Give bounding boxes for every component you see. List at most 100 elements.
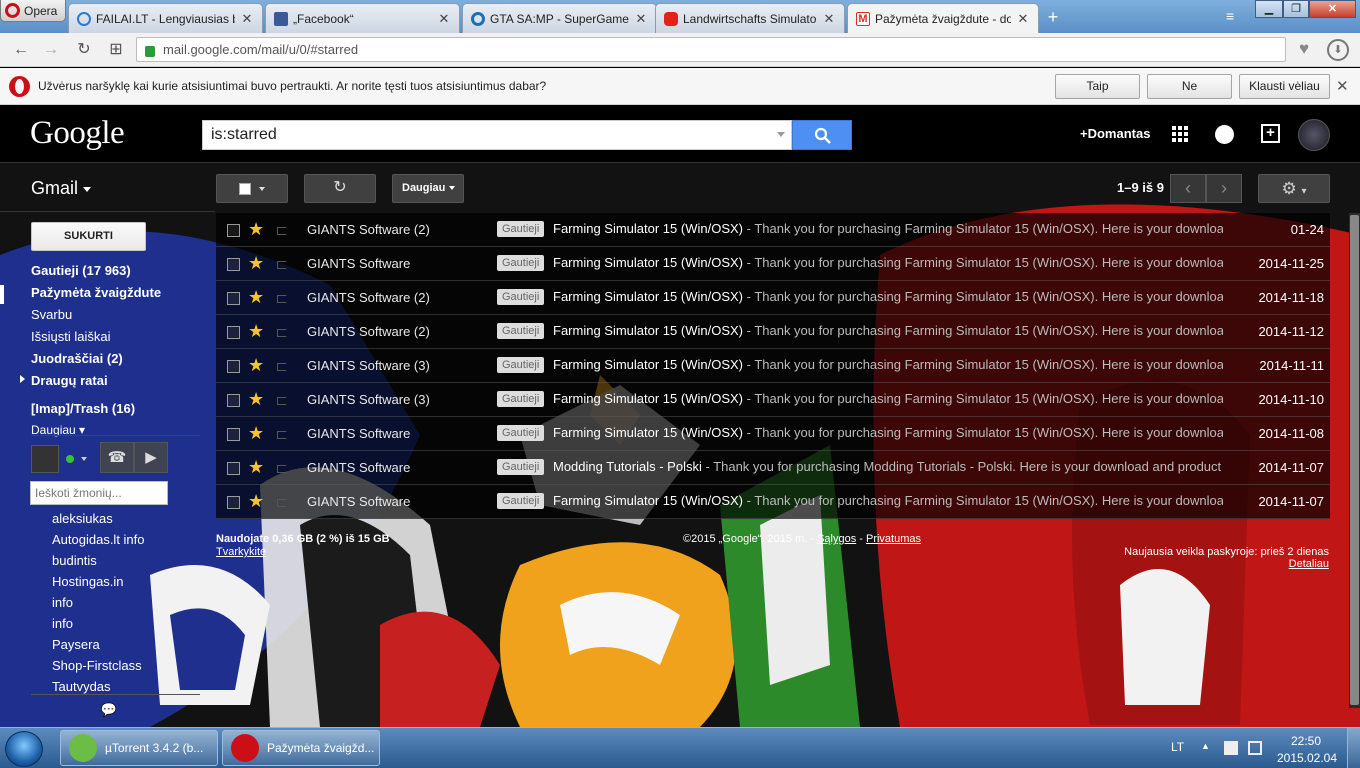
compose-button[interactable]: SUKURTI: [31, 222, 146, 251]
search-button[interactable]: [792, 120, 852, 150]
reload-button[interactable]: ↻: [74, 40, 94, 60]
taskbar-utorrent[interactable]: µTorrent 3.4.2 (b...: [60, 730, 218, 766]
table-row[interactable]: ★ GIANTS Software Gautieji Farming Simul…: [216, 247, 1330, 281]
speed-dial-icon[interactable]: ⊞: [106, 40, 126, 60]
label-imap-trash[interactable]: [Imap]/Trash (16): [31, 401, 135, 416]
row-checkbox[interactable]: [227, 394, 240, 407]
tab-close-icon[interactable]: ✕: [1016, 11, 1030, 27]
mail-search-input[interactable]: [203, 121, 763, 149]
table-row[interactable]: ★ GIANTS Software Gautieji Farming Simul…: [216, 417, 1330, 451]
label-badge[interactable]: Gautieji: [497, 323, 545, 339]
start-button[interactable]: [5, 731, 43, 767]
browser-tab[interactable]: FAILAI.LT - Lengviausias b ✕: [68, 3, 263, 33]
yes-button[interactable]: Taip: [1055, 74, 1140, 99]
label-badge[interactable]: Gautieji: [497, 493, 545, 509]
contact-item[interactable]: Paysera: [52, 637, 100, 652]
bookmark-heart-icon[interactable]: ♥: [1292, 39, 1316, 61]
label-circles[interactable]: Draugų ratai: [31, 373, 108, 388]
label-badge[interactable]: Gautieji: [497, 357, 545, 373]
mail-search-box[interactable]: [202, 120, 792, 150]
forward-button[interactable]: →: [41, 40, 61, 60]
clock-time[interactable]: 22:50: [1280, 734, 1332, 748]
row-checkbox[interactable]: [227, 258, 240, 271]
phone-call-button[interactable]: ☎: [100, 442, 134, 473]
older-page-button[interactable]: ›: [1206, 174, 1242, 203]
details-link[interactable]: Detaliau: [1289, 558, 1329, 570]
row-checkbox[interactable]: [227, 224, 240, 237]
importance-marker-icon[interactable]: [277, 329, 289, 337]
select-all-button[interactable]: [216, 174, 288, 203]
star-icon[interactable]: ★: [248, 389, 264, 410]
label-starred[interactable]: Pažymėta žvaigždute: [31, 285, 161, 300]
browser-tab[interactable]: Landwirtschafts Simulator ✕: [655, 3, 845, 33]
show-hidden-icons-icon[interactable]: ▲: [1201, 741, 1210, 751]
label-sent[interactable]: Išsiųsti laiškai: [31, 329, 110, 344]
chat-bubble-icon[interactable]: 💬: [98, 702, 120, 722]
privacy-link[interactable]: Privatumas: [866, 533, 921, 545]
label-badge[interactable]: Gautieji: [497, 255, 545, 271]
table-row[interactable]: ★ GIANTS Software (2) Gautieji Farming S…: [216, 213, 1330, 247]
table-row[interactable]: ★ GIANTS Software (2) Gautieji Farming S…: [216, 281, 1330, 315]
star-icon[interactable]: ★: [248, 355, 264, 376]
table-row[interactable]: ★ GIANTS Software Gautieji Modding Tutor…: [216, 451, 1330, 485]
people-search-box[interactable]: [30, 481, 168, 505]
row-checkbox[interactable]: [227, 292, 240, 305]
tab-close-icon[interactable]: ✕: [240, 11, 254, 27]
apps-grid-icon[interactable]: [1172, 126, 1188, 142]
scrollbar-thumb[interactable]: [1350, 215, 1359, 705]
table-row[interactable]: ★ GIANTS Software (3) Gautieji Farming S…: [216, 349, 1330, 383]
back-button[interactable]: ←: [11, 40, 31, 60]
contact-item[interactable]: info: [52, 616, 73, 631]
online-status-icon[interactable]: [66, 455, 74, 463]
gmail-app-switcher[interactable]: Gmail: [31, 178, 92, 199]
star-icon[interactable]: ★: [248, 253, 264, 274]
browser-tab[interactable]: „Facebook“ ✕: [265, 3, 460, 33]
newer-page-button[interactable]: ‹: [1170, 174, 1206, 203]
contact-item[interactable]: info: [52, 595, 73, 610]
row-checkbox[interactable]: [227, 496, 240, 509]
ask-later-button[interactable]: Klausti vėliau: [1239, 74, 1330, 99]
window-close-button[interactable]: ✕: [1309, 0, 1356, 18]
star-icon[interactable]: ★: [248, 491, 264, 512]
hangouts-avatar[interactable]: [31, 445, 59, 473]
clock-date[interactable]: 2015.02.04: [1276, 751, 1338, 765]
tab-menu-icon[interactable]: ≡: [1226, 8, 1234, 24]
refresh-button[interactable]: ↻: [304, 174, 376, 203]
importance-marker-icon[interactable]: [277, 397, 289, 405]
tab-close-icon[interactable]: ✕: [634, 11, 648, 27]
row-checkbox[interactable]: [227, 462, 240, 475]
importance-marker-icon[interactable]: [277, 499, 289, 507]
settings-button[interactable]: ⚙ ▾: [1258, 174, 1330, 203]
taskbar-opera[interactable]: Pažymėta žvaigžd...: [222, 730, 380, 766]
show-desktop-button[interactable]: [1347, 728, 1360, 768]
importance-marker-icon[interactable]: [277, 465, 289, 473]
label-badge[interactable]: Gautieji: [497, 459, 545, 475]
maximize-button[interactable]: ❐: [1283, 0, 1309, 18]
importance-marker-icon[interactable]: [277, 261, 289, 269]
row-checkbox[interactable]: [227, 428, 240, 441]
star-icon[interactable]: ★: [248, 219, 264, 240]
label-inbox[interactable]: Gautieji (17 963): [31, 263, 131, 278]
row-checkbox[interactable]: [227, 326, 240, 339]
label-important[interactable]: Svarbu: [31, 307, 72, 322]
opera-menu-button[interactable]: Opera: [0, 0, 66, 22]
chevron-down-icon[interactable]: [81, 457, 87, 461]
label-badge[interactable]: Gautieji: [497, 391, 545, 407]
new-tab-button[interactable]: +: [1042, 7, 1064, 27]
google-logo[interactable]: Google: [30, 115, 125, 152]
table-row[interactable]: ★ GIANTS Software (3) Gautieji Farming S…: [216, 383, 1330, 417]
importance-marker-icon[interactable]: [277, 431, 289, 439]
importance-marker-icon[interactable]: [277, 227, 289, 235]
contact-item[interactable]: Autogidas.lt info: [52, 532, 145, 547]
video-call-button[interactable]: ▶: [134, 442, 168, 473]
downloads-icon[interactable]: ⬇: [1327, 39, 1349, 61]
network-icon[interactable]: [1248, 741, 1262, 755]
user-profile-link[interactable]: +Domantas: [1080, 126, 1150, 141]
minimize-button[interactable]: ▁: [1255, 0, 1283, 18]
star-icon[interactable]: ★: [248, 457, 264, 478]
star-icon[interactable]: ★: [248, 423, 264, 444]
no-button[interactable]: Ne: [1147, 74, 1232, 99]
contact-item[interactable]: Shop-Firstclass: [52, 658, 142, 673]
tab-close-icon[interactable]: ✕: [437, 11, 451, 27]
action-center-flag-icon[interactable]: [1224, 741, 1238, 755]
